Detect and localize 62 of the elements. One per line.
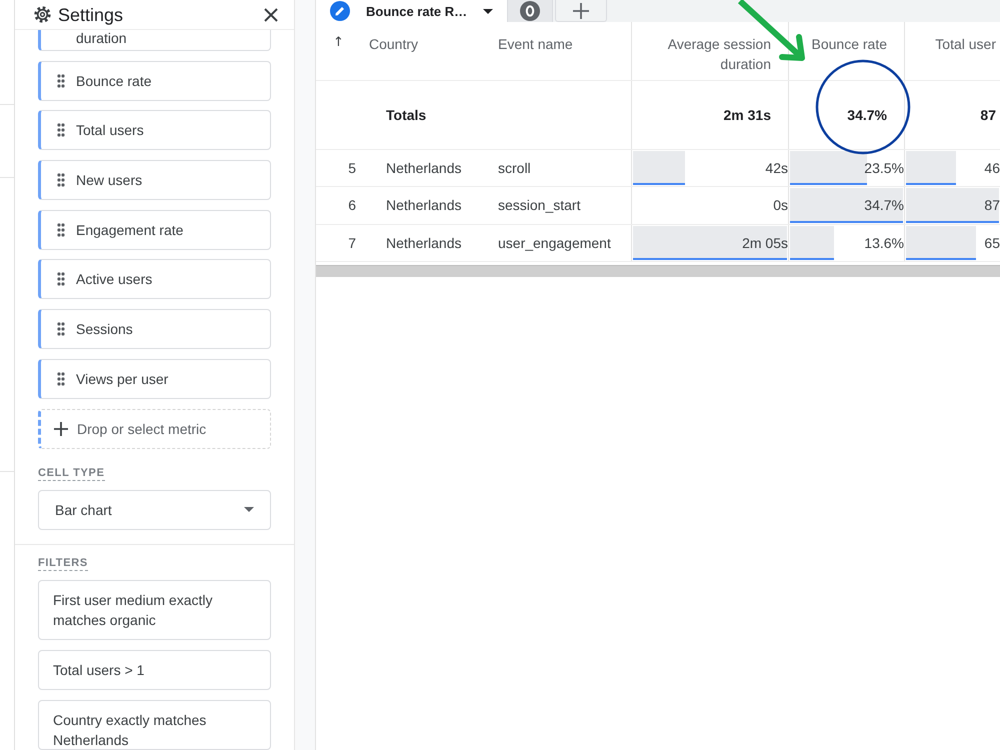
dropdown-icon <box>244 507 254 512</box>
drag-handle-icon <box>57 322 65 336</box>
section-label: FILTERS <box>38 556 88 570</box>
drag-handle-icon <box>57 222 65 237</box>
filter-chip[interactable]: Total users > 1 <box>38 650 271 690</box>
row-number: 5 <box>347 159 357 178</box>
close-icon <box>264 8 278 22</box>
table-cell-text: user_engagement <box>497 234 612 253</box>
cell-value: 87 <box>984 197 1000 214</box>
table-cell-text: Netherlands <box>385 196 462 216</box>
settings-icon <box>33 5 52 24</box>
metric-chip[interactable]: Views per user <box>38 358 271 399</box>
drag-handle-icon <box>57 372 65 386</box>
drag-handle-icon <box>57 173 65 188</box>
cell-value: 2m 05s <box>742 234 788 251</box>
total-value: 2m 31s <box>631 81 788 149</box>
table-cell-text: Netherlands <box>385 234 462 253</box>
column-header[interactable]: Total user <box>904 22 1000 80</box>
plus-icon <box>54 422 68 436</box>
column-header[interactable]: Event name <box>482 22 631 80</box>
column-header[interactable]: Average session duration <box>631 22 788 80</box>
plus-icon <box>573 2 589 18</box>
metric-chip[interactable]: Bounce rate <box>38 60 271 101</box>
metric-chip[interactable]: New users <box>38 160 271 200</box>
tab[interactable]: Bounce rate R… <box>316 0 508 22</box>
table-cell-text: session_start <box>497 196 582 216</box>
cell-value: 34.7% <box>864 197 904 214</box>
column-header[interactable]: Country <box>366 22 482 80</box>
metric-chip[interactable]: Active users <box>38 259 271 300</box>
metric-chip[interactable]: duration <box>38 30 271 51</box>
totals-label: Totals <box>385 106 428 125</box>
drag-handle-icon <box>57 272 65 286</box>
add-tab-button[interactable] <box>555 0 607 22</box>
filter-chip[interactable]: First user medium exactly matches organic <box>38 580 271 640</box>
tab[interactable] <box>508 0 553 22</box>
filter-chip[interactable]: Country exactly matches Netherlands <box>38 700 271 750</box>
table-cell-text: Netherlands <box>385 159 462 178</box>
caret-icon <box>483 8 493 14</box>
column-header[interactable]: Bounce rate <box>788 22 904 80</box>
metric-chip[interactable]: Total users <box>38 110 271 150</box>
horizontal-scrollbar[interactable] <box>316 264 1000 277</box>
section-label: CELL TYPE <box>38 466 105 480</box>
cell-value: 46 <box>984 160 1000 176</box>
metric-chip[interactable]: Engagement rate <box>38 210 271 250</box>
drop-zone[interactable]: Drop or select metric <box>38 408 271 448</box>
cell-type-select[interactable]: Bar chart <box>38 490 271 530</box>
drag-handle-icon <box>57 74 65 88</box>
cell-value: 13.6% <box>864 234 904 251</box>
cell-value: 23.5% <box>864 160 904 176</box>
drag-handle-icon <box>57 123 65 138</box>
table-cell-text: scroll <box>497 159 532 178</box>
cell-value: 42s <box>765 160 788 176</box>
close-button[interactable] <box>264 8 278 22</box>
row-number: 6 <box>347 196 357 216</box>
row-number: 7 <box>347 234 357 253</box>
cell-value: 0s <box>773 197 788 214</box>
sort-indicator[interactable]: ↑ <box>333 34 344 52</box>
panel-title: Settings <box>58 4 124 24</box>
metric-chip[interactable]: Sessions <box>38 309 271 350</box>
total-value: 87 <box>904 81 1000 149</box>
cell-value: 65 <box>984 234 1000 251</box>
total-value: 34.7% <box>788 81 904 149</box>
